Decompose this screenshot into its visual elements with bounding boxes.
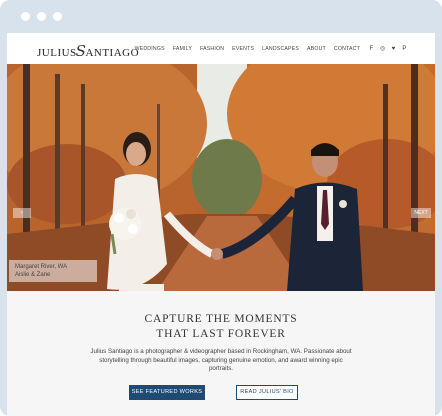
intro-section: CAPTURE THE MOMENTS THAT LAST FOREVER Ju… [7, 291, 435, 416]
nav-item-fashion[interactable]: FASHION [200, 46, 224, 52]
browser-frame: JULIUSSANTIAGO WEDDINGS FAMILY FASHION E… [0, 0, 442, 416]
twitter-icon[interactable]: ♥ [391, 46, 396, 52]
window-dot-icon [53, 12, 62, 21]
pinterest-icon[interactable]: P [402, 46, 407, 52]
site-logo[interactable]: JULIUSSANTIAGO [37, 42, 139, 60]
nav-item-weddings[interactable]: WEDDINGS [135, 46, 165, 52]
hero-photo [7, 64, 435, 291]
logo-text-right: ANTIAGO [85, 47, 140, 59]
social-links: f ◎ ♥ P [369, 46, 407, 52]
read-bio-button[interactable]: READ JULIUS' BIO [236, 385, 298, 400]
hero-prev-button[interactable]: ‹ [13, 208, 31, 218]
facebook-icon[interactable]: f [369, 46, 374, 52]
instagram-icon[interactable]: ◎ [380, 46, 385, 52]
page-headline: CAPTURE THE MOMENTS THAT LAST FOREVER [7, 312, 435, 342]
nav-item-family[interactable]: FAMILY [173, 46, 192, 52]
nav-item-about[interactable]: ABOUT [307, 46, 326, 52]
hero-next-button[interactable]: NEXT [411, 208, 431, 218]
headline-line-1: CAPTURE THE MOMENTS [144, 313, 298, 325]
hero-slider: ‹ NEXT Margaret River, WA Aislie & Zane [7, 64, 435, 291]
hero-caption: Margaret River, WA Aislie & Zane [9, 260, 97, 282]
see-featured-works-button[interactable]: SEE FEATURED WORKS [129, 385, 205, 400]
web-page: JULIUSSANTIAGO WEDDINGS FAMILY FASHION E… [7, 33, 435, 416]
headline-line-2: THAT LAST FOREVER [156, 328, 286, 340]
browser-toolbar [0, 0, 442, 32]
main-nav: WEDDINGS FAMILY FASHION EVENTS LANDSCAPE… [135, 46, 407, 53]
nav-item-landscapes[interactable]: LANDSCAPES [262, 46, 299, 52]
nav-item-contact[interactable]: CONTACT [334, 46, 360, 52]
intro-description: Julius Santiago is a photographer & vide… [90, 348, 352, 372]
caption-location: Margaret River, WA [15, 264, 68, 270]
caption-couple: Aislie & Zane [15, 272, 51, 278]
site-header: JULIUSSANTIAGO WEDDINGS FAMILY FASHION E… [7, 33, 435, 64]
window-dot-icon [37, 12, 46, 21]
nav-item-events[interactable]: EVENTS [232, 46, 254, 52]
logo-text-left: JULIUS [37, 47, 77, 59]
window-dot-icon [21, 12, 30, 21]
